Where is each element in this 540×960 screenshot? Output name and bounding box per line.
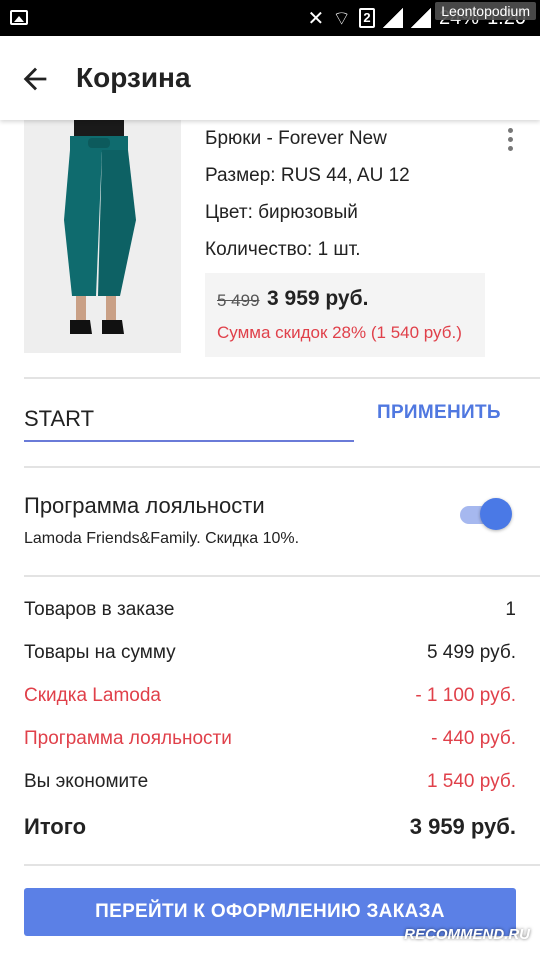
divider [24, 466, 540, 468]
summary-row-loyalty-discount: Программа лояльности - 440 руб. [24, 728, 516, 758]
divider [24, 864, 540, 866]
summary-row-subtotal: Товары на сумму 5 499 руб. [24, 642, 516, 672]
divider [24, 575, 540, 577]
new-price: 3 959 руб. [267, 287, 369, 310]
cart-item: Брюки - Forever New Размер: RUS 44, AU 1… [0, 120, 540, 378]
summary-value: 1 [505, 599, 516, 620]
discount-summary: Сумма скидок 28% (1 540 руб.) [217, 323, 462, 342]
arrow-left-icon[interactable] [18, 62, 52, 96]
loyalty-toggle[interactable] [460, 498, 512, 532]
divider [24, 377, 540, 379]
sim-badge: 2 [359, 8, 376, 28]
summary-row-items-count: Товаров в заказе 1 [24, 599, 516, 629]
summary-value: 5 499 руб. [426, 642, 516, 663]
apply-promo-button[interactable]: ПРИМЕНИТЬ [377, 402, 501, 424]
signal-icon-2 [411, 8, 432, 28]
product-name[interactable]: Брюки - Forever New [205, 120, 410, 157]
promo-code-input[interactable] [24, 398, 354, 442]
old-price: 5 499 [217, 291, 260, 310]
product-size: Размер: RUS 44, AU 12 [205, 165, 410, 186]
total-value: 3 959 руб. [409, 814, 516, 839]
summary-row-total: Итого 3 959 руб. [24, 814, 516, 844]
summary-label: Программа лояльности [24, 728, 232, 749]
gallery-notification-icon [10, 10, 28, 25]
wifi-icon: ⌔ [332, 7, 352, 30]
summary-row-savings: Вы экономите 1 540 руб. [24, 771, 516, 801]
summary-row-lamoda-discount: Скидка Lamoda - 1 100 руб. [24, 685, 516, 715]
summary-value: - 440 руб. [431, 728, 516, 749]
summary-label: Скидка Lamoda [24, 685, 161, 706]
signal-icon [383, 8, 404, 28]
total-label: Итого [24, 814, 87, 839]
product-info: Брюки - Forever New Размер: RUS 44, AU 1… [205, 120, 410, 268]
app-bar: Корзина [0, 36, 540, 120]
product-quantity: Количество: 1 шт. [205, 239, 361, 260]
page-title: Корзина [76, 62, 191, 93]
status-bar: ✕ ⌔ 2 24% 1:20 Leontopodium [0, 0, 540, 36]
summary-value: - 1 100 руб. [415, 685, 516, 706]
mute-icon: ✕ [307, 7, 325, 30]
price-box: 5 499 3 959 руб. Сумма скидок 28% (1 540… [205, 273, 485, 357]
product-image[interactable] [24, 120, 181, 353]
summary-label: Вы экономите [24, 771, 149, 792]
summary-value: 1 540 руб. [426, 771, 516, 792]
more-vertical-icon[interactable] [503, 128, 517, 156]
loyalty-subtitle: Lamoda Friends&Family. Скидка 10%. [24, 530, 300, 547]
summary-label: Товары на сумму [24, 642, 176, 663]
toggle-thumb [480, 498, 512, 530]
product-color: Цвет: бирюзовый [205, 202, 358, 223]
watermark-site: RECOMMEND.RU [404, 926, 530, 943]
loyalty-title: Программа лояльности [24, 493, 265, 518]
summary-label: Товаров в заказе [24, 599, 175, 620]
watermark-author: Leontopodium [435, 2, 536, 20]
